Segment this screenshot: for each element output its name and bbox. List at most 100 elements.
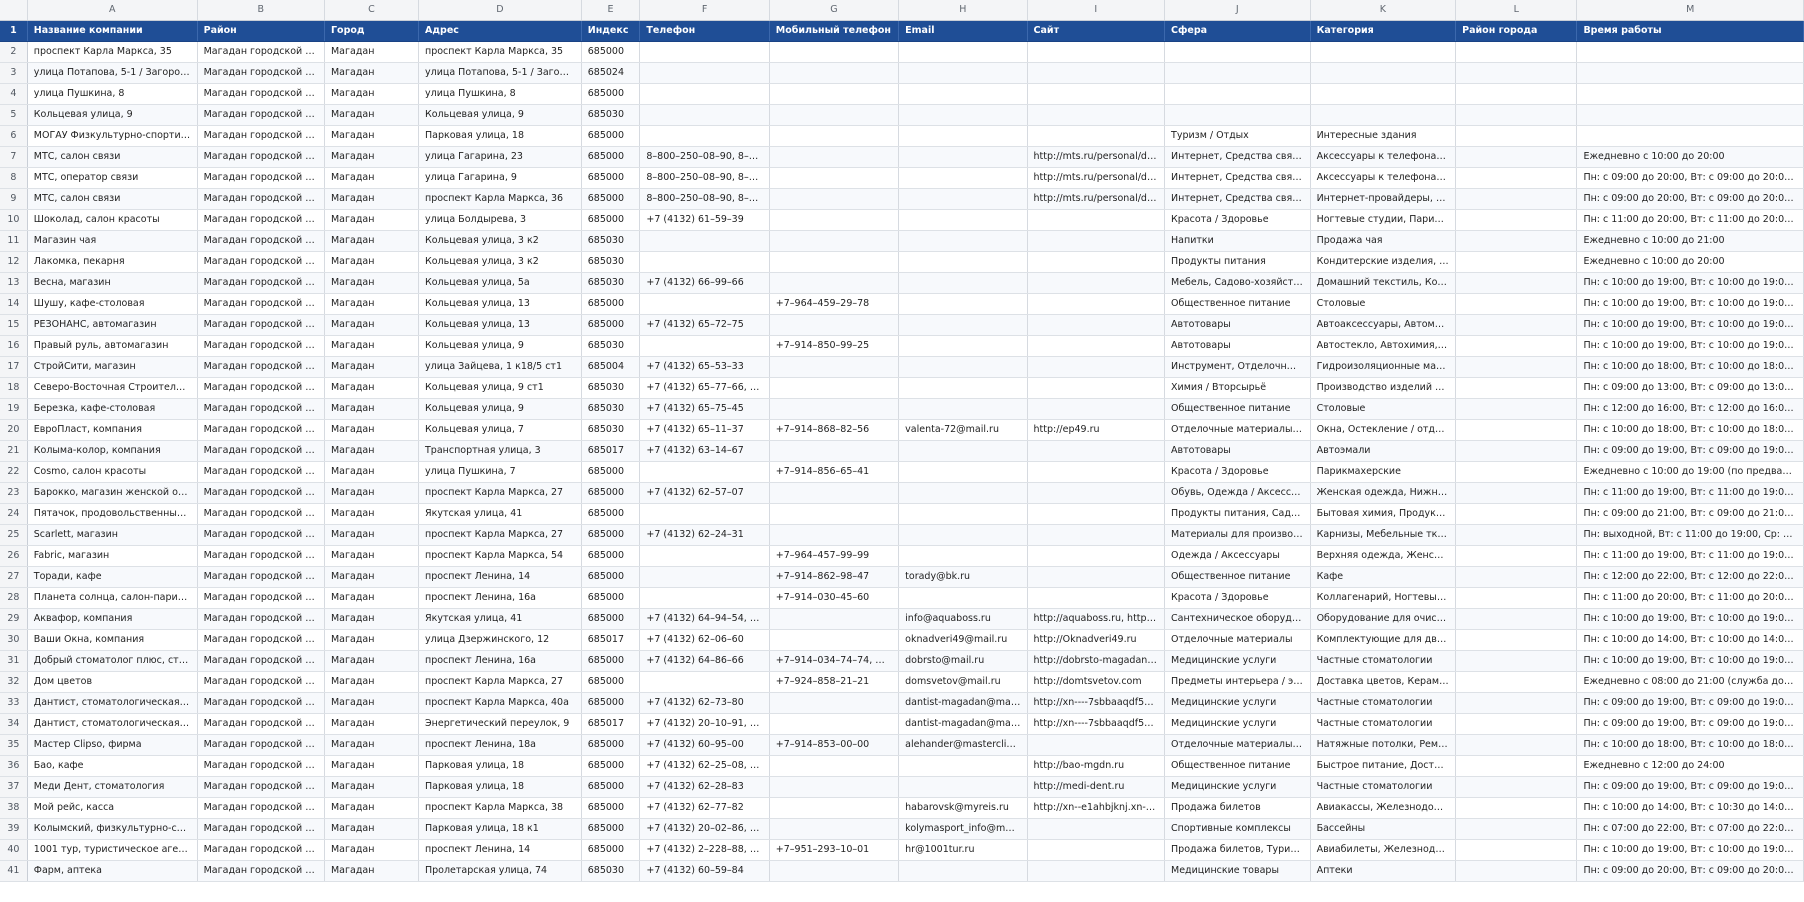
cell-company-name[interactable]: МТС, оператор связи: [27, 167, 198, 189]
cell-working-hours[interactable]: Пн: с 10:00 до 14:00, Вт: с 10:00 до 14:…: [1576, 629, 1804, 651]
cell-phone[interactable]: 8–800–250–08–90, 8–8...: [639, 146, 770, 168]
cell-index[interactable]: 685000: [581, 776, 641, 798]
cell-phone[interactable]: +7 (4132) 62–73–80: [639, 692, 770, 714]
cell-city-district[interactable]: [1455, 125, 1578, 147]
cell-city[interactable]: Магадан: [324, 377, 420, 399]
cell-sphere[interactable]: Интернет, Средства связи, ...: [1164, 146, 1311, 168]
cell-city-district[interactable]: [1455, 83, 1578, 105]
cell-site[interactable]: [1027, 230, 1166, 252]
cell-city-district[interactable]: [1455, 482, 1578, 504]
cell-company-name[interactable]: СтройСити, магазин: [27, 356, 198, 378]
cell-district[interactable]: Магадан городской ок...: [197, 335, 325, 357]
cell-address[interactable]: Якутская улица, 41: [418, 608, 582, 630]
cell-mobile[interactable]: +7–914–034–74–74, +7...: [769, 650, 900, 672]
cell-email[interactable]: [898, 587, 1028, 609]
cell-index[interactable]: 685000: [581, 83, 641, 105]
cell-site[interactable]: http://Oknadveri49.ru: [1027, 629, 1166, 651]
row-number[interactable]: 32: [0, 671, 28, 693]
cell-working-hours[interactable]: Пн: с 10:00 до 14:00, Вт: с 10:30 до 14:…: [1576, 797, 1804, 819]
cell-working-hours[interactable]: Пн: с 09:00 до 13:00, Вт: с 09:00 до 13:…: [1576, 377, 1804, 399]
cell-city[interactable]: Магадан: [324, 335, 420, 357]
cell-address[interactable]: проспект Карла Маркса, 38: [418, 797, 582, 819]
cell-address[interactable]: Кольцевая улица, 5а: [418, 272, 582, 294]
cell-sphere[interactable]: Сантехническое оборудов...: [1164, 608, 1311, 630]
cell-city[interactable]: Магадан: [324, 566, 420, 588]
cell-mobile[interactable]: [769, 755, 900, 777]
header-cell-email[interactable]: Email: [898, 20, 1028, 42]
cell-sphere[interactable]: Общественное питание: [1164, 293, 1311, 315]
cell-city[interactable]: Магадан: [324, 167, 420, 189]
cell-sphere[interactable]: Спортивные комплексы: [1164, 818, 1311, 840]
cell-phone[interactable]: +7 (4132) 65–53–33: [639, 356, 770, 378]
select-all-corner[interactable]: [0, 0, 28, 21]
cell-city[interactable]: Магадан: [324, 671, 420, 693]
cell-email[interactable]: [898, 272, 1028, 294]
cell-working-hours[interactable]: Пн: с 07:00 до 22:00, Вт: с 07:00 до 22:…: [1576, 818, 1804, 840]
cell-city[interactable]: Магадан: [324, 293, 420, 315]
cell-phone[interactable]: +7 (4132) 62–06–60: [639, 629, 770, 651]
cell-email[interactable]: [898, 356, 1028, 378]
row-number[interactable]: 36: [0, 755, 28, 777]
cell-address[interactable]: улица Зайцева, 1 к18/5 ст1: [418, 356, 582, 378]
row-number[interactable]: 28: [0, 587, 28, 609]
cell-index[interactable]: 685030: [581, 860, 641, 882]
cell-mobile[interactable]: [769, 776, 900, 798]
column-header-b[interactable]: B: [197, 0, 325, 21]
cell-district[interactable]: Магадан городской ок...: [197, 104, 325, 126]
cell-site[interactable]: http://ep49.ru: [1027, 419, 1166, 441]
cell-city-district[interactable]: [1455, 398, 1578, 420]
cell-category[interactable]: Гидроизоляционные мате...: [1310, 356, 1457, 378]
row-number[interactable]: 31: [0, 650, 28, 672]
cell-sphere[interactable]: Продукты питания, Садов...: [1164, 503, 1311, 525]
cell-mobile[interactable]: [769, 524, 900, 546]
cell-sphere[interactable]: Одежда / Аксессуары: [1164, 545, 1311, 567]
cell-phone[interactable]: [639, 545, 770, 567]
cell-sphere[interactable]: Автотовары: [1164, 314, 1311, 336]
cell-email[interactable]: [898, 188, 1028, 210]
cell-site[interactable]: [1027, 524, 1166, 546]
cell-district[interactable]: Магадан городской ок...: [197, 692, 325, 714]
cell-city-district[interactable]: [1455, 41, 1578, 63]
cell-city[interactable]: Магадан: [324, 356, 420, 378]
cell-category[interactable]: Ногтевые студии, Парикма...: [1310, 209, 1457, 231]
cell-company-name[interactable]: Дантист, стоматологическая поликли...: [27, 692, 198, 714]
cell-city[interactable]: Магадан: [324, 755, 420, 777]
cell-city[interactable]: Магадан: [324, 692, 420, 714]
column-header-d[interactable]: D: [418, 0, 582, 21]
row-number[interactable]: 18: [0, 377, 28, 399]
cell-phone[interactable]: [639, 83, 770, 105]
row-number[interactable]: 15: [0, 314, 28, 336]
cell-index[interactable]: 685030: [581, 398, 641, 420]
cell-site[interactable]: [1027, 83, 1166, 105]
cell-phone[interactable]: +7 (4132) 62–57–07: [639, 482, 770, 504]
cell-district[interactable]: Магадан городской ок...: [197, 293, 325, 315]
cell-city-district[interactable]: [1455, 608, 1578, 630]
cell-city[interactable]: Магадан: [324, 713, 420, 735]
cell-working-hours[interactable]: Пн: с 10:00 до 19:00, Вт: с 10:00 до 19:…: [1576, 293, 1804, 315]
cell-email[interactable]: dantist-magadan@mail....: [898, 692, 1028, 714]
cell-address[interactable]: Транспортная улица, 3: [418, 440, 582, 462]
cell-city-district[interactable]: [1455, 440, 1578, 462]
header-cell-index[interactable]: Индекс: [581, 20, 641, 42]
cell-category[interactable]: [1310, 83, 1457, 105]
row-number[interactable]: 23: [0, 482, 28, 504]
cell-category[interactable]: Доставка цветов, Керамич...: [1310, 671, 1457, 693]
cell-sphere[interactable]: Общественное питание: [1164, 755, 1311, 777]
cell-index[interactable]: 685000: [581, 755, 641, 777]
cell-site[interactable]: [1027, 104, 1166, 126]
cell-working-hours[interactable]: Пн: с 12:00 до 22:00, Вт: с 12:00 до 22:…: [1576, 566, 1804, 588]
cell-email[interactable]: [898, 293, 1028, 315]
header-cell-company-name[interactable]: Название компании: [27, 20, 198, 42]
cell-sphere[interactable]: [1164, 83, 1311, 105]
cell-city-district[interactable]: [1455, 713, 1578, 735]
cell-index[interactable]: 685030: [581, 419, 641, 441]
cell-site[interactable]: [1027, 839, 1166, 861]
cell-company-name[interactable]: Мой рейс, касса: [27, 797, 198, 819]
cell-category[interactable]: Производство изделий из ...: [1310, 377, 1457, 399]
cell-address[interactable]: проспект Карла Маркса, 40а: [418, 692, 582, 714]
cell-address[interactable]: Энергетический переулок, 9: [418, 713, 582, 735]
cell-address[interactable]: проспект Ленина, 14: [418, 566, 582, 588]
cell-city-district[interactable]: [1455, 587, 1578, 609]
cell-address[interactable]: проспект Ленина, 16а: [418, 587, 582, 609]
cell-mobile[interactable]: [769, 608, 900, 630]
